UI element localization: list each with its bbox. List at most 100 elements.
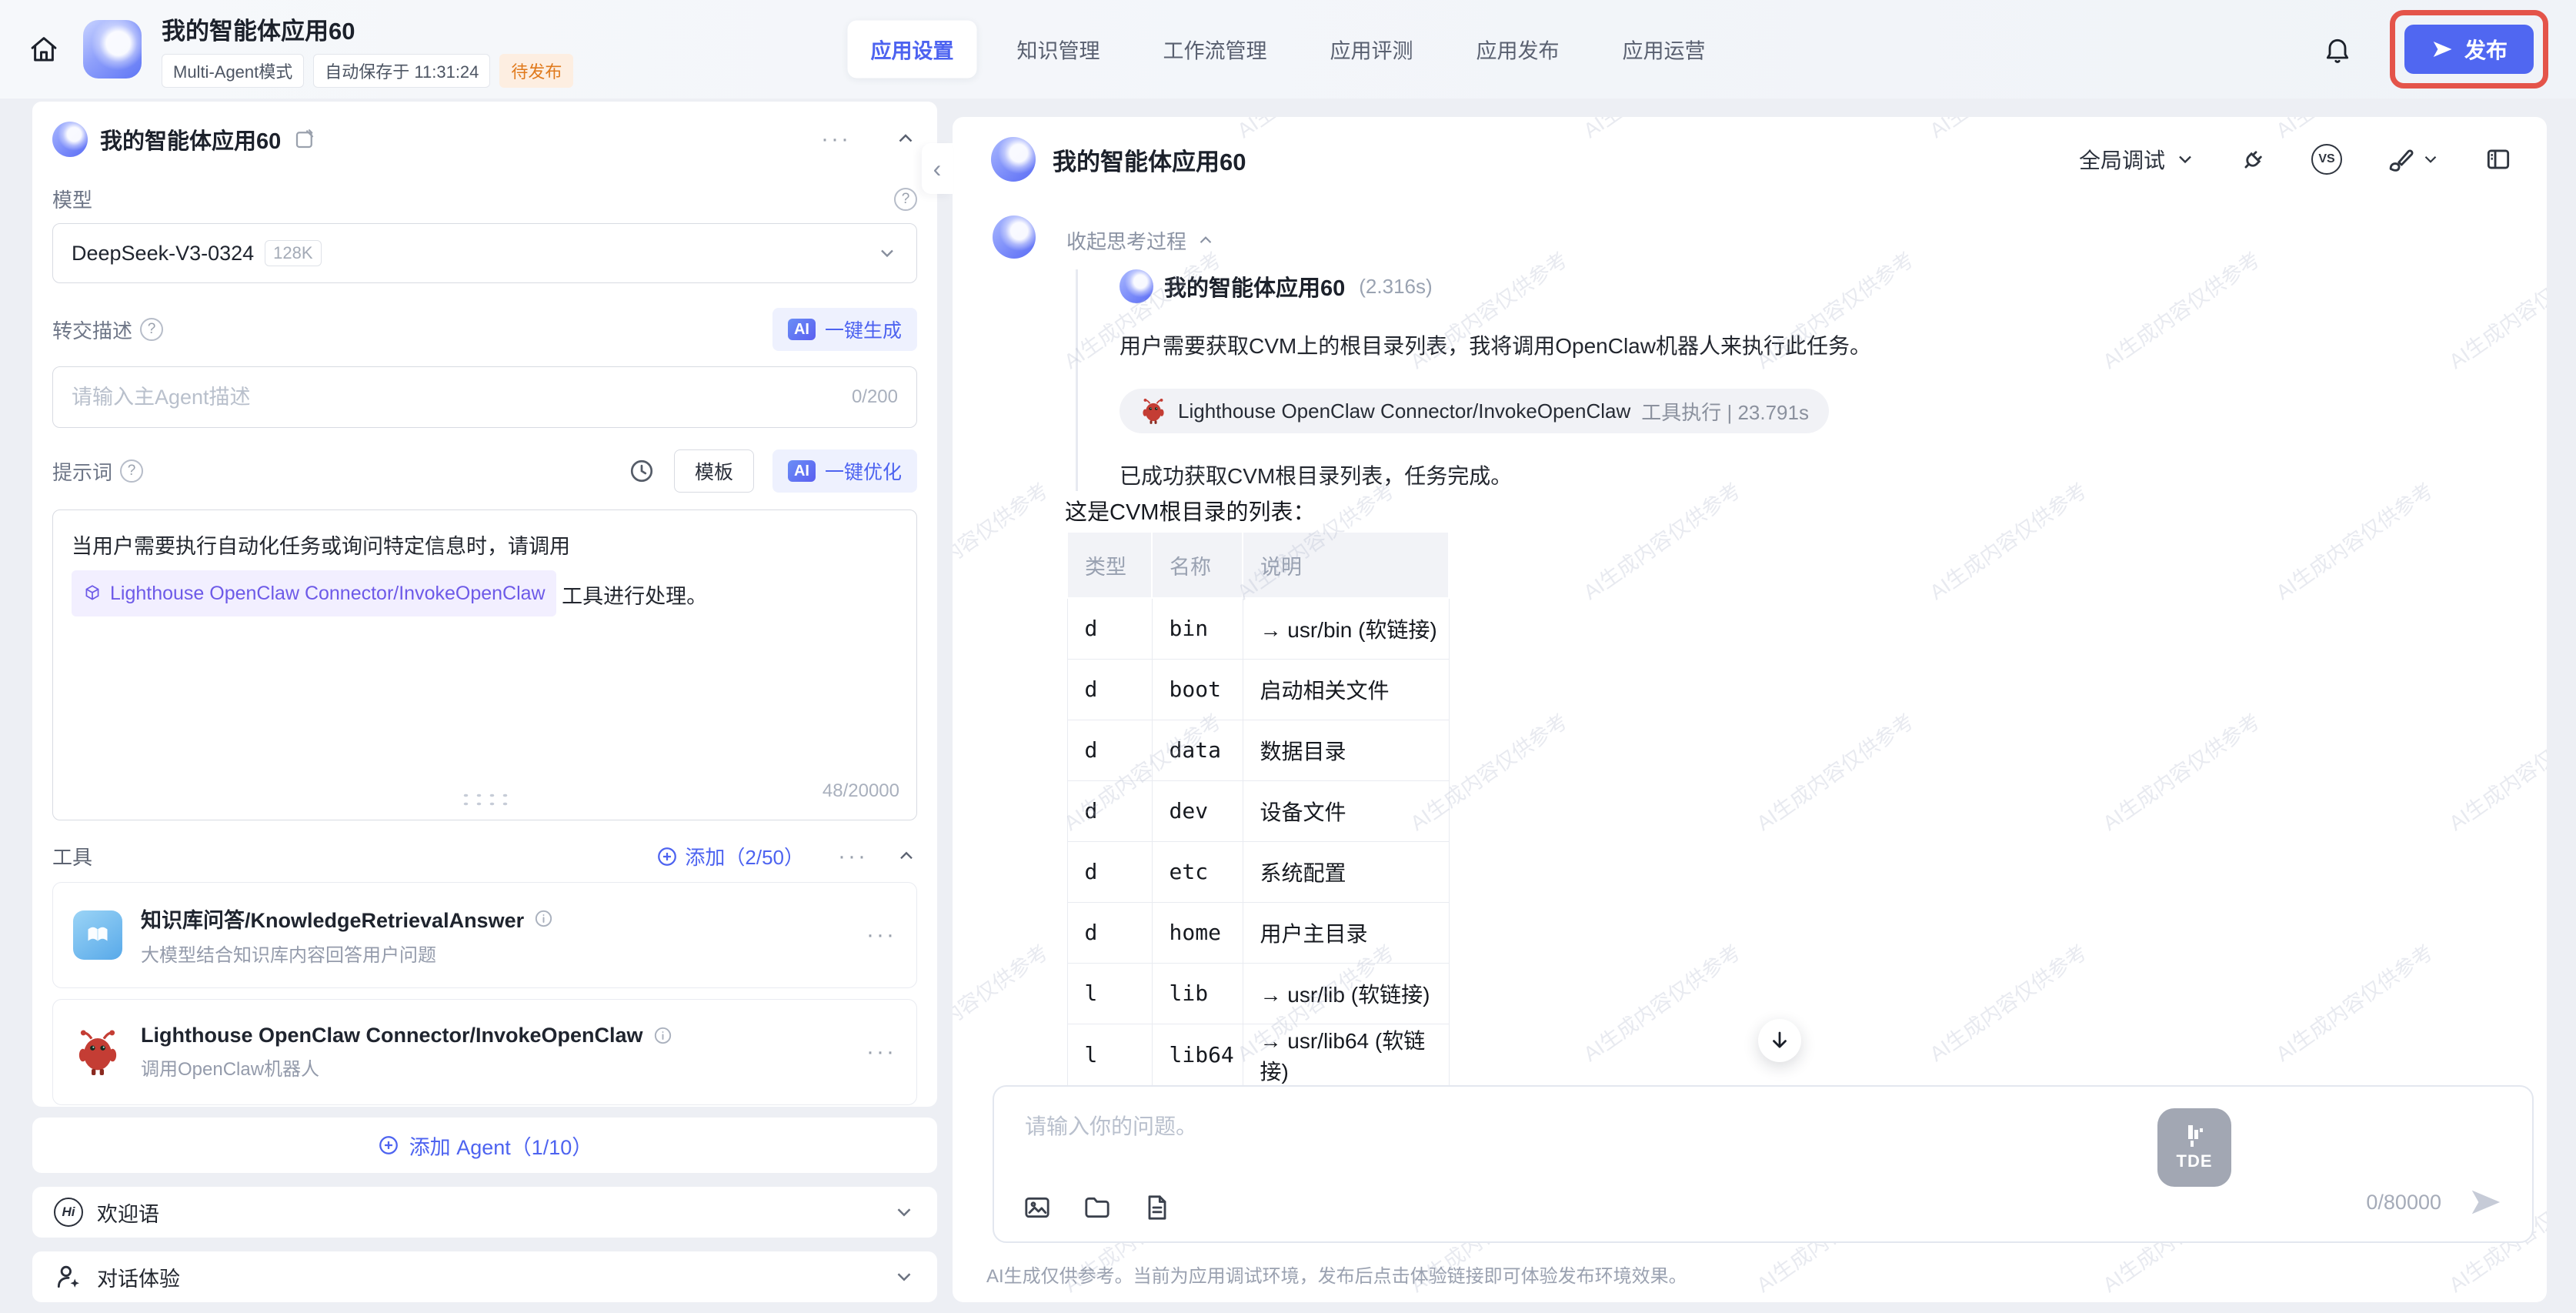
- watermark-text: AI生成内容仅供参考: [1577, 474, 1746, 605]
- watermark-text: AI生成内容仅供参考: [953, 474, 1053, 605]
- prompt-textarea[interactable]: 当用户需要执行自动化任务或询问特定信息时，请调用 Lighthouse Open…: [52, 509, 917, 820]
- ai-badge: AI: [788, 460, 816, 482]
- welcome-label: 欢迎语: [97, 1198, 159, 1228]
- ai-badge: AI: [788, 319, 816, 340]
- thinking-toggle-label: 收起思考过程: [1066, 226, 1186, 255]
- publish-button[interactable]: 发布: [2404, 25, 2534, 74]
- tab-应用发布[interactable]: 应用发布: [1453, 21, 1583, 79]
- tool-card-knowledge[interactable]: 知识库问答/KnowledgeRetrievalAnswer大模型结合知识库内容…: [52, 882, 917, 988]
- agent-more-icon[interactable]: ···: [821, 128, 851, 151]
- tab-应用运营[interactable]: 应用运营: [1600, 21, 1729, 79]
- table-cell: d: [1067, 780, 1152, 841]
- add-agent-button[interactable]: 添加 Agent（1/10）: [32, 1118, 937, 1173]
- send-button[interactable]: [2468, 1184, 2503, 1220]
- tools-header-row: 工具 添加（2/50） ···: [52, 842, 917, 870]
- theme-brush-select[interactable]: [2385, 145, 2441, 174]
- table-cell: lib64: [1152, 1024, 1243, 1086]
- info-icon[interactable]: [652, 1025, 673, 1046]
- prompt-help-icon[interactable]: ?: [120, 459, 143, 483]
- tab-知识管理[interactable]: 知识管理: [994, 21, 1123, 79]
- prompt-line2-suffix: 工具进行处理。: [562, 585, 707, 608]
- template-button[interactable]: 模板: [674, 449, 754, 493]
- bell-icon[interactable]: [2322, 34, 2353, 65]
- tool-more-icon[interactable]: ···: [866, 1041, 896, 1064]
- vs-compare-icon[interactable]: VS: [2311, 144, 2342, 175]
- attach-row: [1022, 1192, 1173, 1223]
- chevron-down-icon: [876, 242, 898, 264]
- debug-mode-select[interactable]: 全局调试: [2079, 144, 2196, 175]
- plug-connector-icon[interactable]: [2239, 145, 2268, 174]
- edit-icon[interactable]: [293, 128, 316, 151]
- thinking-toggle[interactable]: 收起思考过程: [1066, 226, 1216, 255]
- table-cell: d: [1067, 902, 1152, 963]
- chat-experience-section[interactable]: 对话体验: [32, 1251, 937, 1302]
- tool-execution-pill[interactable]: Lighthouse OpenClaw Connector/InvokeOpen…: [1119, 389, 1829, 433]
- ai-generate-button[interactable]: AI 一键生成: [772, 308, 917, 351]
- welcome-section[interactable]: Hi 欢迎语: [32, 1187, 937, 1238]
- add-agent-label: 添加 Agent（1/10）: [409, 1131, 593, 1161]
- tool-card-openclaw[interactable]: Lighthouse OpenClaw Connector/InvokeOpen…: [52, 999, 917, 1105]
- home-icon[interactable]: [28, 33, 60, 65]
- model-value: DeepSeek-V3-0324: [72, 242, 254, 266]
- chat-input[interactable]: [1025, 1110, 2102, 1164]
- prompt-line1: 当用户需要执行自动化任务或询问特定信息时，请调用: [72, 529, 898, 564]
- chat-header: 我的智能体应用60 全局调试 VS: [991, 137, 2513, 182]
- layout-panel-icon[interactable]: [2484, 145, 2513, 174]
- model-select[interactable]: DeepSeek-V3-0324 128K: [52, 223, 917, 283]
- model-help-icon[interactable]: ?: [894, 188, 917, 211]
- file-attach-icon[interactable]: [1142, 1192, 1173, 1223]
- history-clock-icon[interactable]: [628, 457, 656, 485]
- prompt-tool-chip-label: Lighthouse OpenClaw Connector/InvokeOpen…: [110, 576, 546, 611]
- red-robot-icon: [1140, 397, 1167, 425]
- panel-collapse-tab[interactable]: ‹: [922, 143, 953, 194]
- chevron-down-icon: [893, 1265, 916, 1288]
- send-plane-icon: [2431, 38, 2454, 61]
- plus-circle-icon: [377, 1134, 400, 1157]
- app-tabs: 应用设置知识管理工作流管理应用评测应用发布应用运营: [848, 21, 1729, 79]
- badge-row: Multi-Agent模式 自动保存于 11:31:24 待发布: [162, 54, 573, 88]
- info-icon[interactable]: [533, 908, 554, 929]
- mode-badge: Multi-Agent模式: [162, 54, 304, 88]
- table-row: ddev设备文件: [1067, 780, 1449, 841]
- app-logo: [83, 20, 142, 79]
- watermark-text: AI生成内容仅供参考: [2442, 243, 2547, 374]
- tool-execution-meta: 工具执行 | 23.791s: [1641, 397, 1809, 426]
- tools-more-icon[interactable]: ···: [838, 845, 868, 868]
- debug-mode-label: 全局调试: [2079, 144, 2165, 175]
- tab-工作流管理[interactable]: 工作流管理: [1140, 21, 1290, 79]
- prompt-tool-chip[interactable]: Lighthouse OpenClaw Connector/InvokeOpen…: [72, 570, 556, 616]
- scroll-to-bottom-button[interactable]: [1758, 1019, 1801, 1062]
- drag-handle[interactable]: [459, 791, 510, 807]
- tool-description: 大模型结合知识库内容回答用户问题: [141, 940, 848, 967]
- tools-label: 工具: [52, 842, 92, 870]
- answer-intro: 这是CVM根目录的列表：: [1065, 494, 1315, 526]
- handoff-help-icon[interactable]: ?: [140, 318, 163, 341]
- ai-optimize-button[interactable]: AI 一键优化: [772, 449, 917, 493]
- handoff-input[interactable]: [72, 386, 852, 409]
- tools-collapse-icon[interactable]: [896, 846, 917, 867]
- image-attach-icon[interactable]: [1022, 1192, 1053, 1223]
- agent-collapse-icon[interactable]: [894, 128, 917, 151]
- add-tool-button[interactable]: 添加（2/50）: [656, 842, 804, 870]
- handoff-input-wrap: 0/200: [52, 366, 917, 428]
- agent-card-header: 我的智能体应用60 ···: [52, 122, 917, 157]
- watermark-text: AI生成内容仅供参考: [2269, 936, 2438, 1067]
- status-badge: 待发布: [499, 54, 573, 88]
- prompt-counter: 48/20000: [823, 773, 899, 809]
- handoff-label: 转交描述: [52, 316, 132, 344]
- table-cell: lib: [1152, 963, 1243, 1024]
- watermark-text: AI生成内容仅供参考: [2096, 705, 2265, 836]
- folder-attach-icon[interactable]: [1082, 1192, 1113, 1223]
- plus-circle-icon: [656, 845, 679, 868]
- tool-more-icon[interactable]: ···: [866, 924, 896, 947]
- autosave-badge: 自动保存于 11:31:24: [313, 54, 490, 88]
- table-cell: 系统配置: [1243, 841, 1449, 902]
- watermark-text: AI生成内容仅供参考: [1923, 936, 2092, 1067]
- person-sparkle-icon: [54, 1262, 83, 1291]
- thinking-step1: 用户需要获取CVM上的根目录列表，我将调用OpenClaw机器人来执行此任务。: [1119, 331, 2153, 361]
- tab-应用设置[interactable]: 应用设置: [848, 21, 977, 79]
- watermark-text: AI生成内容仅供参考: [1577, 936, 1746, 1067]
- tde-label: TDE: [2177, 1151, 2213, 1171]
- tab-应用评测[interactable]: 应用评测: [1307, 21, 1436, 79]
- table-cell: d: [1067, 841, 1152, 902]
